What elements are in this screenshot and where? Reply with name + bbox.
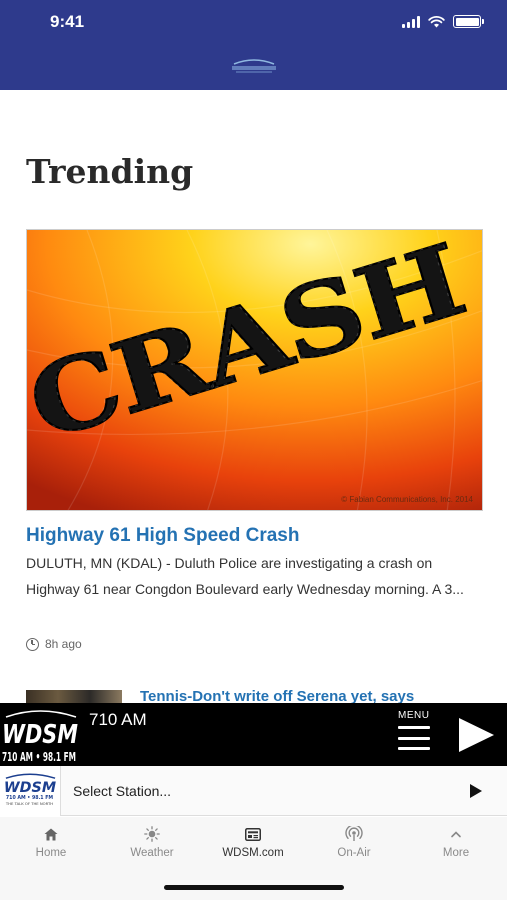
svg-text:WDSM: WDSM: [4, 780, 56, 796]
audio-player: WDSM 710 AM • 98.1 FM: [0, 703, 507, 766]
selector-play-button[interactable]: [470, 784, 482, 798]
chevron-up-icon: [416, 825, 496, 843]
tab-label: WDSM.com: [222, 847, 284, 859]
signal-icon: [402, 15, 420, 28]
app-header: 9:41: [0, 0, 507, 90]
tab-label: On-Air: [337, 847, 371, 859]
tab-label: Weather: [130, 847, 174, 859]
news-icon: [213, 825, 293, 843]
sun-icon: [112, 825, 192, 843]
menu-icon[interactable]: [398, 726, 430, 750]
player-station-logo: WDSM 710 AM • 98.1 FM: [0, 703, 80, 766]
article-time: 8h ago: [45, 637, 82, 651]
tab-wdsm-com[interactable]: WDSM.com: [213, 825, 293, 859]
status-icons: [402, 15, 484, 28]
tab-home[interactable]: Home: [11, 825, 91, 859]
next-article-thumbnail[interactable]: [26, 690, 122, 704]
image-credit: © Fabian Communications, Inc. 2014: [341, 495, 473, 504]
menu-label: MENU: [398, 710, 430, 721]
tab-label: More: [442, 847, 470, 859]
select-station-label[interactable]: Select Station...: [73, 783, 171, 799]
article-excerpt: DULUTH, MN (KDAL) - Duluth Police are in…: [26, 555, 464, 597]
player-station-name: 710 AM: [89, 710, 147, 729]
home-icon: [11, 825, 91, 843]
home-indicator: [164, 885, 344, 890]
wifi-icon: [428, 15, 445, 27]
article-image[interactable]: CRASH CRASH © Fabian Communications, Inc…: [26, 229, 483, 511]
tab-label: Home: [35, 847, 67, 859]
play-button[interactable]: [459, 718, 494, 752]
svg-text:THE TALK OF THE NORTH: THE TALK OF THE NORTH: [5, 802, 54, 806]
tab-on-air[interactable]: On-Air: [314, 825, 394, 859]
status-time: 9:41: [50, 12, 85, 31]
article-meta: 8h ago: [26, 637, 82, 651]
svg-text:710 AM • 98.1 FM: 710 AM • 98.1 FM: [6, 795, 53, 801]
svg-text:710 AM • 98.1 FM: 710 AM • 98.1 FM: [2, 750, 76, 764]
broadcast-icon: [314, 825, 394, 843]
section-title: Trending: [26, 152, 194, 191]
article-title-link[interactable]: Highway 61 High Speed Crash: [26, 525, 299, 547]
tab-weather[interactable]: Weather: [112, 825, 192, 859]
tab-more[interactable]: More: [416, 825, 496, 859]
selector-station-logo: WDSM 710 AM • 98.1 FM THE TALK OF THE NO…: [0, 766, 61, 816]
svg-text:WDSM: WDSM: [2, 720, 78, 750]
battery-icon: [453, 15, 484, 28]
wdsm-logo: [232, 59, 276, 73]
clock-icon: [26, 637, 39, 651]
